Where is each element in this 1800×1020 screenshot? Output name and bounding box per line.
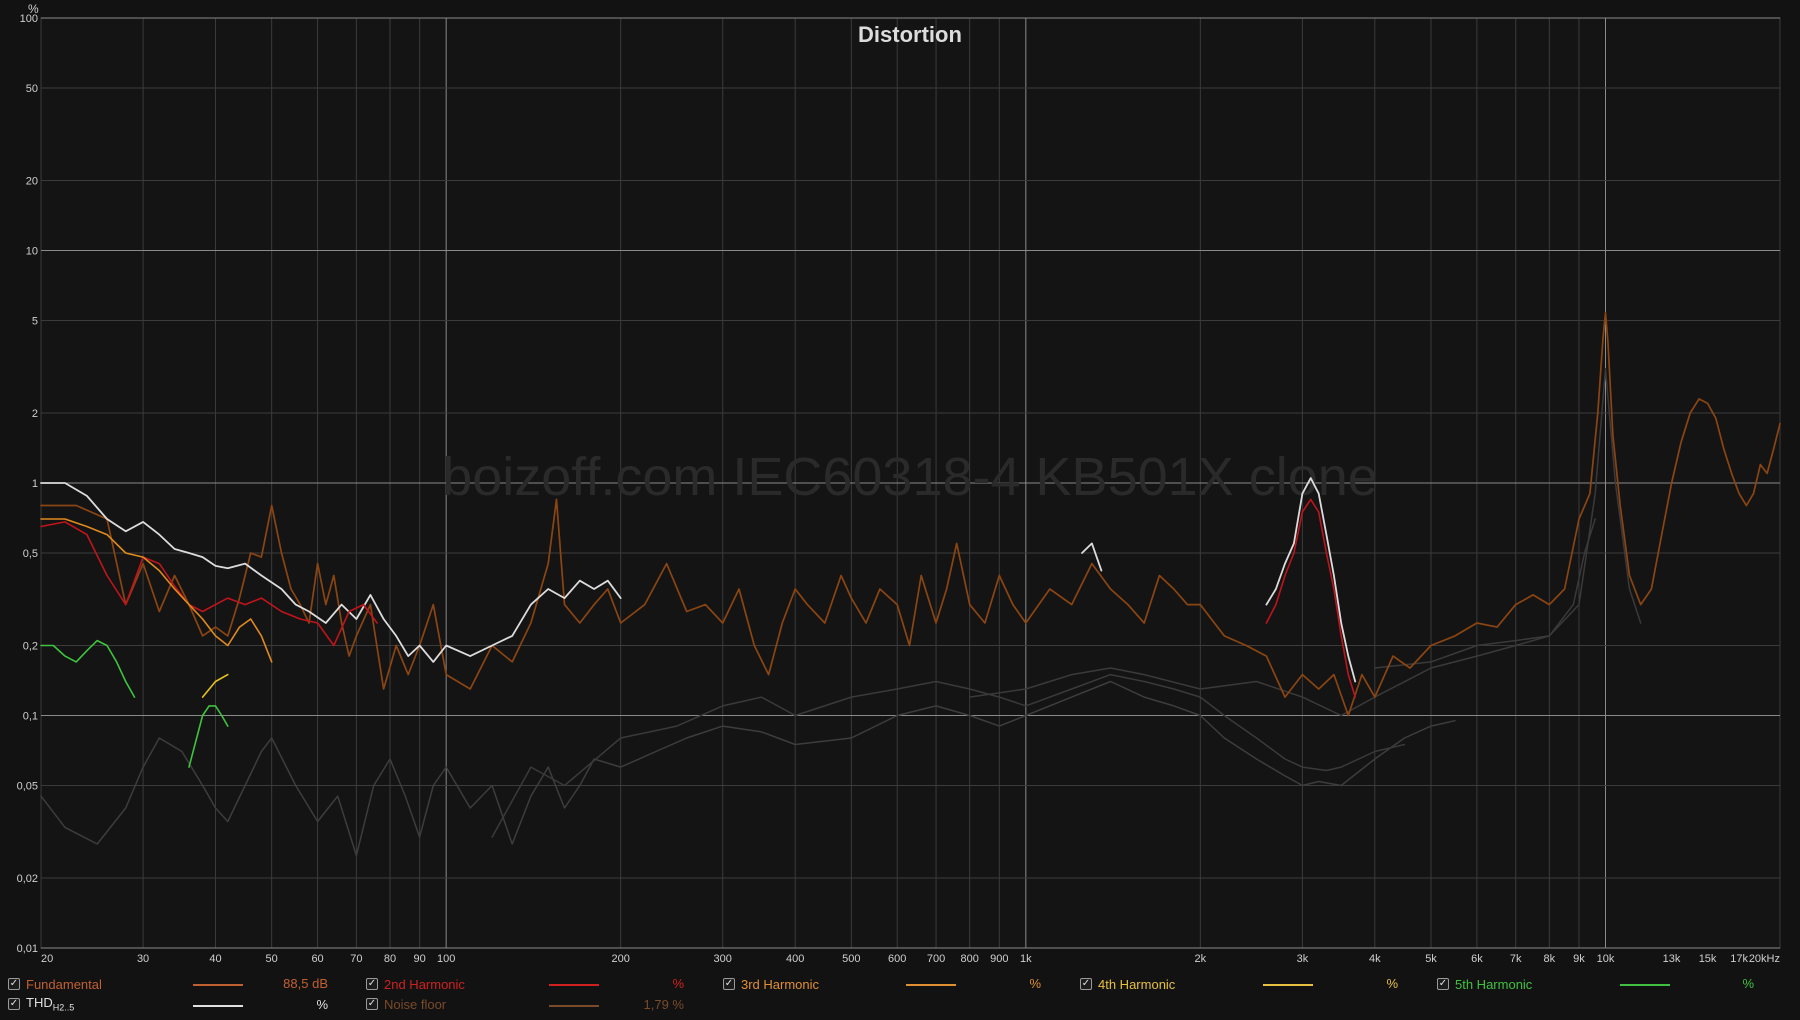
x-tick-label: 4k — [1369, 953, 1381, 965]
y-tick-label: 0,02 — [17, 873, 38, 885]
legend-h2-label: 2nd Harmonic — [384, 976, 465, 992]
checkbox-thd[interactable] — [8, 998, 20, 1010]
swatch-h3 — [906, 984, 956, 986]
legend-h4-value: % — [1386, 976, 1398, 991]
x-tick-label: 1k — [1020, 953, 1032, 965]
legend-thd-label: THDH2..5 — [26, 995, 74, 1013]
legend-noise[interactable]: Noise floor — [366, 994, 446, 1014]
legend-h2-value: % — [672, 976, 684, 991]
x-tick-labels: 20 30 40 50 60 70 80 90 100 200 300 400 500 600 700 800… — [41, 953, 1780, 965]
x-tick-label: 90 — [414, 953, 426, 965]
x-tick-label: 10k — [1597, 953, 1615, 965]
y-tick-label: 5 — [32, 315, 38, 327]
x-tick-label: 50 — [266, 953, 278, 965]
legend-fundamental-label: Fundamental — [26, 976, 102, 992]
x-tick-label: 20kHz — [1749, 953, 1780, 965]
y-tick-labels: 1005020105210,50,20,10,050,020,01 — [17, 13, 38, 955]
x-tick-label: 300 — [714, 953, 732, 965]
legend-thd-value: % — [316, 997, 328, 1012]
y-tick-label: 1 — [32, 478, 38, 490]
x-tick-label: 200 — [611, 953, 629, 965]
legend-noise-label: Noise floor — [384, 996, 447, 1012]
y-tick-label: 0,2 — [23, 641, 38, 653]
y-tick-label: 50 — [26, 83, 38, 95]
x-tick-label: 2k — [1195, 953, 1207, 965]
x-tick-label: 900 — [990, 953, 1008, 965]
chart-title: Distortion — [858, 22, 962, 47]
x-tick-label: 5k — [1425, 953, 1437, 965]
y-tick-label: 0,5 — [23, 548, 38, 560]
y-tick-label: 0,01 — [17, 943, 38, 955]
x-tick-label: 15k — [1699, 953, 1717, 965]
legend-fundamental-value: 88,5 dB — [283, 976, 328, 991]
legend-h4[interactable]: 4th Harmonic — [1080, 974, 1175, 994]
x-tick-label: 40 — [209, 953, 221, 965]
x-tick-label: 60 — [311, 953, 323, 965]
x-tick-label: 13k — [1663, 953, 1681, 965]
legend-thd-text: THD — [26, 995, 53, 1011]
legend-h3-label: 3rd Harmonic — [741, 976, 820, 992]
x-tick-label: 30 — [137, 953, 149, 965]
y-tick-label: 0,1 — [23, 711, 38, 723]
legend-h3[interactable]: 3rd Harmonic — [723, 974, 819, 994]
x-tick-label: 80 — [384, 953, 396, 965]
checkbox-fundamental[interactable] — [8, 978, 20, 990]
swatch-noise — [549, 1005, 599, 1007]
x-tick-label: 600 — [888, 953, 906, 965]
x-tick-label: 500 — [842, 953, 860, 965]
swatch-fundamental — [193, 984, 243, 986]
x-tick-label: 17k — [1730, 953, 1748, 965]
swatch-thd — [193, 1005, 243, 1007]
x-tick-label: 700 — [927, 953, 945, 965]
checkbox-noise[interactable] — [366, 998, 378, 1010]
checkbox-h5[interactable] — [1437, 978, 1449, 990]
legend-h4-label: 4th Harmonic — [1098, 976, 1176, 992]
x-tick-label: 8k — [1544, 953, 1556, 965]
x-tick-label: 70 — [350, 953, 362, 965]
swatch-h4 — [1263, 984, 1313, 986]
legend-noise-value: 1,79 % — [643, 997, 684, 1012]
legend: Fundamental 88,5 dB 2nd Harmonic % 3rd H… — [0, 970, 1800, 1020]
legend-h5[interactable]: 5th Harmonic — [1437, 974, 1532, 994]
x-tick-label: 100 — [437, 953, 455, 965]
watermark: boizoff.com IEC60318-4 KB501X clone — [442, 447, 1378, 507]
x-tick-label: 6k — [1471, 953, 1483, 965]
y-tick-label: 10 — [26, 246, 38, 258]
legend-fundamental[interactable]: Fundamental — [8, 974, 102, 994]
legend-h5-value: % — [1742, 976, 1754, 991]
swatch-h5 — [1620, 984, 1670, 986]
x-tick-label: 800 — [960, 953, 978, 965]
x-tick-label: 3k — [1297, 953, 1309, 965]
y-tick-label: 20 — [26, 176, 38, 188]
checkbox-h3[interactable] — [723, 978, 735, 990]
checkbox-h2[interactable] — [366, 978, 378, 990]
legend-h2[interactable]: 2nd Harmonic — [366, 974, 465, 994]
x-tick-label: 7k — [1510, 953, 1522, 965]
y-tick-label: 2 — [32, 408, 38, 420]
legend-thd[interactable]: THDH2..5 — [8, 994, 74, 1014]
checkbox-h4[interactable] — [1080, 978, 1092, 990]
x-tick-label: 9k — [1573, 953, 1585, 965]
x-tick-label: 400 — [786, 953, 804, 965]
swatch-h2 — [549, 984, 599, 986]
legend-h5-label: 5th Harmonic — [1455, 976, 1533, 992]
distortion-chart: boizoff.com IEC60318-4 KB501X clone 100 5… — [17, 2, 1781, 965]
y-tick-label: 0,05 — [17, 780, 38, 792]
x-tick-label: 20 — [41, 953, 53, 965]
y-unit-label: % — [28, 2, 39, 16]
legend-thd-sub: H2..5 — [52, 1002, 75, 1013]
legend-h3-value: % — [1029, 976, 1041, 991]
